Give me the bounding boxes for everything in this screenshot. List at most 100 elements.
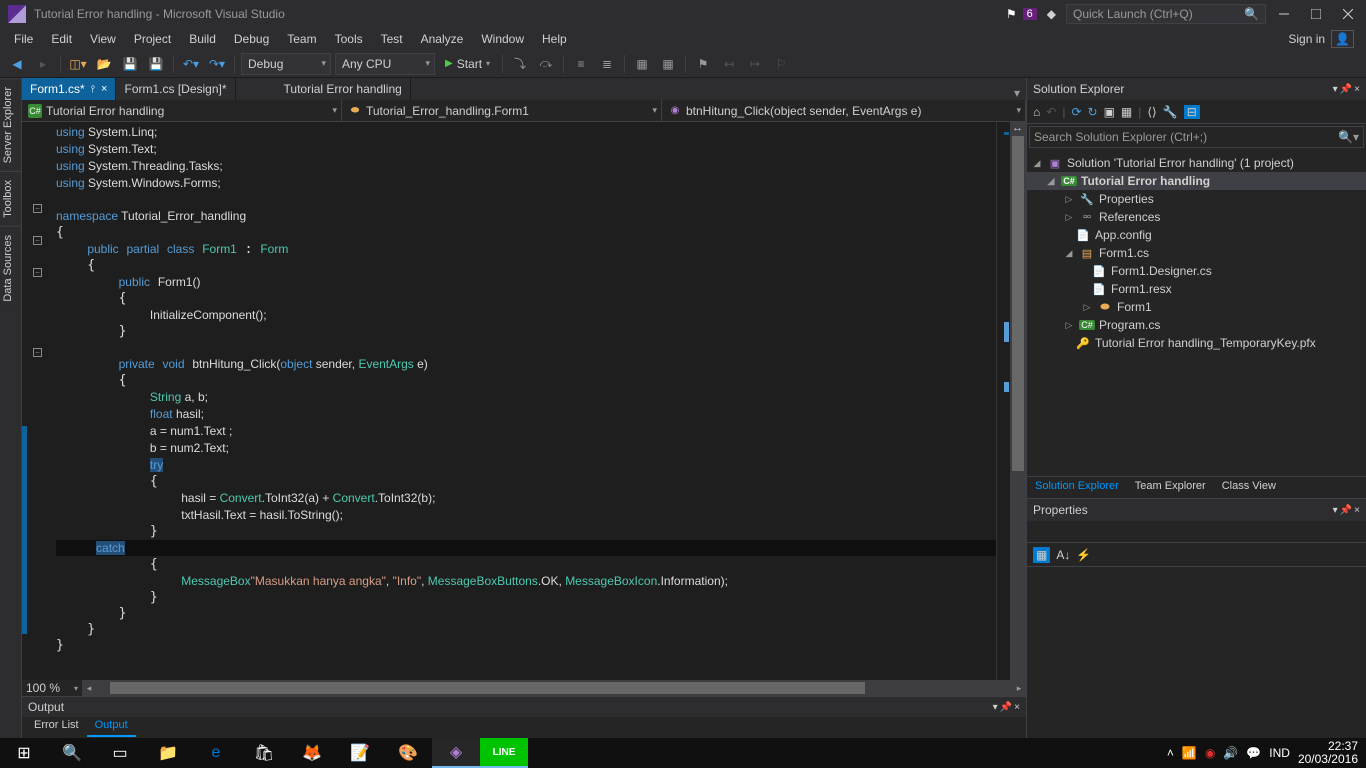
outline-collapse-icon[interactable]: − <box>33 204 42 213</box>
tree-solution-root[interactable]: ◢▣ Solution 'Tutorial Error handling' (1… <box>1027 154 1366 172</box>
prev-bookmark-icon[interactable]: ↤ <box>718 53 740 75</box>
visual-studio-icon[interactable]: ◈ <box>432 738 480 768</box>
start-button[interactable]: ▶ Start ▾ <box>439 53 496 75</box>
show-all-icon[interactable]: ▦ <box>1121 105 1132 119</box>
tab-form1-cs[interactable]: Form1.cs* ⫯ × <box>22 78 116 100</box>
close-button[interactable] <box>1334 3 1362 25</box>
menu-view[interactable]: View <box>82 30 124 48</box>
properties-icon[interactable]: ⟨⟩ <box>1147 105 1156 119</box>
menu-team[interactable]: Team <box>279 30 324 48</box>
paint-icon[interactable]: 🎨 <box>384 738 432 768</box>
menu-file[interactable]: File <box>6 30 41 48</box>
search-button[interactable]: 🔍 <box>48 738 96 768</box>
store-icon[interactable]: 🛍 <box>240 738 288 768</box>
data-sources-tab[interactable]: Data Sources <box>0 226 21 310</box>
pin-icon[interactable]: 📌 <box>1340 505 1352 516</box>
close-icon[interactable]: × <box>1014 702 1020 713</box>
next-bookmark-icon[interactable]: ↦ <box>744 53 766 75</box>
undo-button[interactable]: ↶▾ <box>180 53 202 75</box>
nav-member-combo[interactable]: ◉ btnHitung_Click(object sender, EventAr… <box>662 100 1026 121</box>
properties-grid[interactable] <box>1027 567 1366 738</box>
tab-class-view[interactable]: Class View <box>1214 477 1284 498</box>
comment-icon[interactable]: ▦ <box>631 53 653 75</box>
tab-solution-explorer[interactable]: Solution Explorer <box>1027 477 1127 498</box>
wifi-icon[interactable]: 📶 <box>1182 746 1197 760</box>
save-all-button[interactable]: 💾 <box>145 53 167 75</box>
menu-analyze[interactable]: Analyze <box>413 30 472 48</box>
outline-collapse-icon[interactable]: − <box>33 236 42 245</box>
edge-icon[interactable]: e <box>192 738 240 768</box>
code-content[interactable]: using System.Linq; using System.Text; us… <box>48 122 996 680</box>
error-list-tab[interactable]: Error List <box>26 717 87 737</box>
nav-class-combo[interactable]: ⬬ Tutorial_Error_handling.Form1 <box>342 100 662 121</box>
tray-app-icon[interactable]: ◉ <box>1205 746 1215 760</box>
events-icon[interactable]: ⚡ <box>1076 548 1091 562</box>
bookmark-icon[interactable]: ⚑ <box>692 53 714 75</box>
menu-debug[interactable]: Debug <box>226 30 277 48</box>
uncomment-icon[interactable]: ▦ <box>657 53 679 75</box>
code-editor[interactable]: − − − − using System.Linq; using System.… <box>22 122 1026 680</box>
tree-form1designer[interactable]: 📄 Form1.Designer.cs <box>1027 262 1366 280</box>
nav-project-combo[interactable]: C# Tutorial Error handling <box>22 100 342 121</box>
start-menu-button[interactable]: ⊞ <box>0 738 48 768</box>
properties-object-combo[interactable] <box>1027 521 1366 543</box>
zoom-combo[interactable]: 100 % <box>22 680 82 696</box>
scroll-left-icon[interactable]: ◂ <box>82 683 96 694</box>
tree-project[interactable]: ◢C# Tutorial Error handling <box>1027 172 1366 190</box>
categorized-icon[interactable]: ▦ <box>1033 547 1050 563</box>
notification-flag-icon[interactable]: ⚑ <box>1006 7 1017 21</box>
file-explorer-icon[interactable]: 📁 <box>144 738 192 768</box>
clear-bookmark-icon[interactable]: ⚐ <box>770 53 792 75</box>
tree-references[interactable]: ▷▫▫ References <box>1027 208 1366 226</box>
outline-collapse-icon[interactable]: − <box>33 348 42 357</box>
tab-form1-design[interactable]: Form1.cs [Design]* <box>116 78 235 100</box>
new-project-button[interactable]: ◫▾ <box>67 53 89 75</box>
vertical-scrollbar[interactable]: ↔ <box>1010 122 1026 680</box>
line-icon[interactable]: LINE <box>480 738 528 768</box>
preview-icon[interactable]: ⊟ <box>1184 105 1200 119</box>
task-view-button[interactable]: ▭ <box>96 738 144 768</box>
tree-form1class[interactable]: ▷⬬ Form1 <box>1027 298 1366 316</box>
tree-appconfig[interactable]: 📄 App.config <box>1027 226 1366 244</box>
toolbox-tab[interactable]: Toolbox <box>0 171 21 226</box>
sync-icon[interactable]: ⟳ <box>1071 105 1081 119</box>
clock[interactable]: 22:37 20/03/2016 <box>1298 740 1358 766</box>
tabs-overflow-icon[interactable]: ▾ <box>1008 86 1026 100</box>
scrollbar-thumb[interactable] <box>110 682 865 694</box>
alphabetical-icon[interactable]: A↓ <box>1056 548 1070 562</box>
server-explorer-tab[interactable]: Server Explorer <box>0 78 21 171</box>
step-over-icon[interactable]: ⤼ <box>535 53 557 75</box>
dropdown-icon[interactable]: ▾ <box>993 702 998 713</box>
close-tab-icon[interactable]: × <box>101 83 107 95</box>
feedback-icon[interactable]: ◆ <box>1047 7 1056 21</box>
minimize-button[interactable] <box>1270 3 1298 25</box>
outline-collapse-icon[interactable]: − <box>33 268 42 277</box>
tree-properties[interactable]: ▷🔧 Properties <box>1027 190 1366 208</box>
outdent-icon[interactable]: ≣ <box>596 53 618 75</box>
save-button[interactable]: 💾 <box>119 53 141 75</box>
pin-icon[interactable]: 📌 <box>1340 84 1352 95</box>
tree-programcs[interactable]: ▷C# Program.cs <box>1027 316 1366 334</box>
volume-icon[interactable]: 🔊 <box>1223 746 1238 760</box>
language-indicator[interactable]: IND <box>1269 746 1290 760</box>
menu-help[interactable]: Help <box>534 30 575 48</box>
quick-launch-input[interactable]: Quick Launch (Ctrl+Q) 🔍 <box>1066 4 1266 24</box>
horizontal-scrollbar[interactable] <box>110 680 998 696</box>
tray-chevron-icon[interactable]: ˄ <box>1167 746 1174 760</box>
scrollbar-thumb[interactable] <box>1012 136 1024 471</box>
menu-project[interactable]: Project <box>126 30 179 48</box>
open-file-button[interactable]: 📂 <box>93 53 115 75</box>
user-icon[interactable]: 👤 <box>1331 30 1354 48</box>
redo-button[interactable]: ↷▾ <box>206 53 228 75</box>
solution-search-input[interactable]: Search Solution Explorer (Ctrl+;) 🔍▾ <box>1029 126 1364 148</box>
notepad-icon[interactable]: 📝 <box>336 738 384 768</box>
action-center-icon[interactable]: 💬 <box>1246 746 1261 760</box>
tab-team-explorer[interactable]: Team Explorer <box>1127 477 1214 498</box>
config-combo[interactable]: Debug <box>241 53 331 75</box>
scroll-right-icon[interactable]: ▸ <box>1012 683 1026 694</box>
tree-tempkey[interactable]: 🔑 Tutorial Error handling_TemporaryKey.p… <box>1027 334 1366 352</box>
close-icon[interactable]: × <box>1354 505 1360 516</box>
dropdown-icon[interactable]: ▾ <box>1333 505 1338 516</box>
nav-back-button[interactable]: ◀ <box>6 53 28 75</box>
close-icon[interactable]: × <box>1354 84 1360 95</box>
